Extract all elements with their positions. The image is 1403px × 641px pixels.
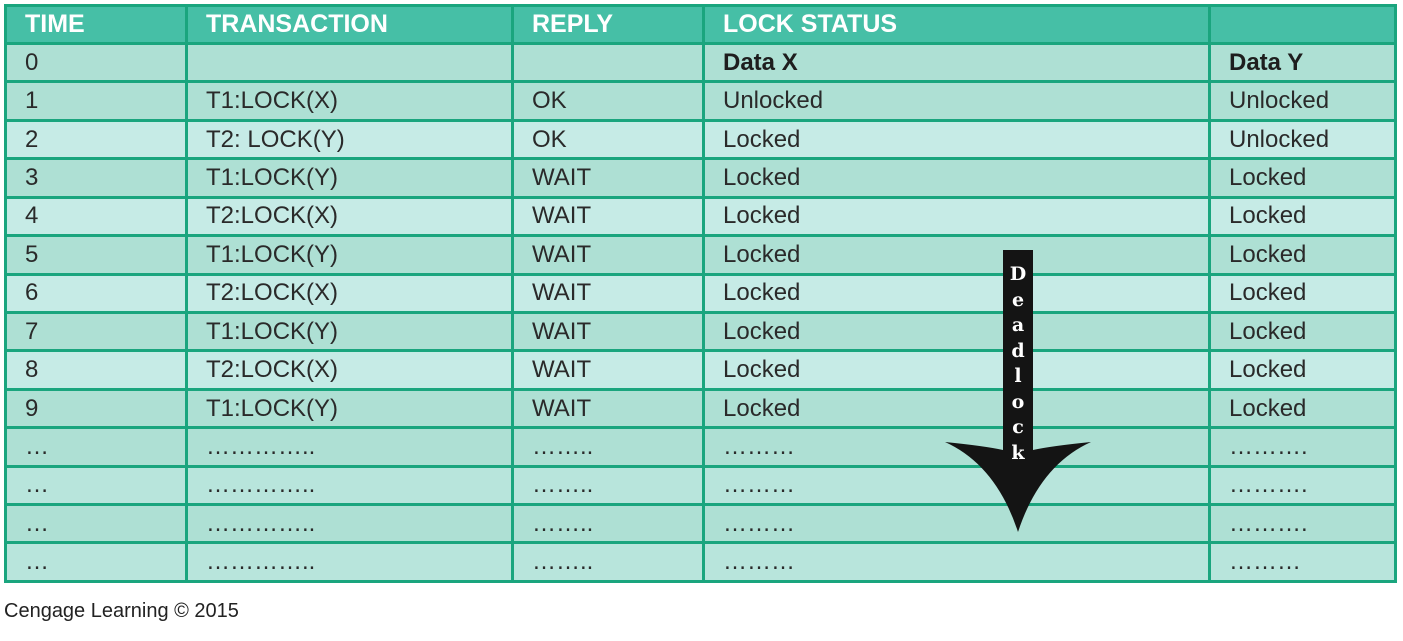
data-x-cell: ……… <box>705 544 1208 580</box>
deadlock-letter: D <box>1009 263 1027 285</box>
reply-cell <box>514 45 702 81</box>
reply-cell: …….. <box>514 506 702 542</box>
table-row: 7 T1:LOCK(Y) WAIT Locked Locked <box>7 313 1394 350</box>
transaction-cell: T2:LOCK(X) <box>188 198 511 235</box>
header-transaction: TRANSACTION <box>188 7 511 42</box>
table-row: 5 T1:LOCK(Y) WAIT Locked Locked <box>7 237 1394 273</box>
table-row: 6 T2:LOCK(X) WAIT Locked Locked <box>7 275 1394 311</box>
transaction-cell: ………….. <box>188 544 511 580</box>
header-lock-status: LOCK STATUS <box>705 7 1208 42</box>
table-row: 9 T1:LOCK(Y) WAIT Locked Locked <box>7 390 1394 427</box>
transaction-cell <box>188 45 511 81</box>
time-cell: 1 <box>7 83 185 119</box>
data-y-cell: Locked <box>1211 237 1394 273</box>
time-cell: 3 <box>7 160 185 196</box>
time-cell: 4 <box>7 198 185 235</box>
table-body: 0 Data X Data Y 1 T1:LOCK(X) OK Unlocked… <box>7 45 1394 580</box>
transaction-cell: T2:LOCK(X) <box>188 275 511 311</box>
reply-cell: WAIT <box>514 390 702 427</box>
header-reply: REPLY <box>514 7 702 42</box>
subheader-row: 0 Data X Data Y <box>7 45 1394 81</box>
deadlock-label: D e a d l o c k <box>1003 262 1033 466</box>
transaction-cell: T2:LOCK(X) <box>188 352 511 388</box>
time-cell: … <box>7 506 185 542</box>
time-cell: 5 <box>7 237 185 273</box>
time-cell: 9 <box>7 390 185 427</box>
time-cell: … <box>7 544 185 580</box>
header-empty <box>1211 7 1394 42</box>
deadlock-letter: c <box>1012 416 1024 438</box>
copyright-credit: Cengage Learning © 2015 <box>4 600 239 622</box>
transaction-cell: T1:LOCK(X) <box>188 83 511 119</box>
table-row: 8 T2:LOCK(X) WAIT Locked Locked <box>7 352 1394 388</box>
data-y-cell: Unlocked <box>1211 83 1394 119</box>
time-cell: 0 <box>7 45 185 81</box>
reply-cell: WAIT <box>514 352 702 388</box>
header-row: TIME TRANSACTION REPLY LOCK STATUS <box>7 7 1394 42</box>
reply-cell: WAIT <box>514 237 702 273</box>
time-cell: 7 <box>7 313 185 350</box>
deadlock-letter: l <box>1014 365 1022 387</box>
transaction-cell: ………….. <box>188 429 511 465</box>
data-y-cell: ………. <box>1211 429 1394 465</box>
transaction-cell: T1:LOCK(Y) <box>188 237 511 273</box>
lock-status-table: TIME TRANSACTION REPLY LOCK STATUS 0 Dat… <box>4 4 1397 583</box>
data-x-cell: Unlocked <box>705 83 1208 119</box>
data-x-cell: Locked <box>705 160 1208 196</box>
data-x-heading: Data X <box>705 45 1208 81</box>
transaction-cell: T2: LOCK(Y) <box>188 121 511 158</box>
time-cell: … <box>7 429 185 465</box>
data-x-cell: Locked <box>705 121 1208 158</box>
ellipsis-row: … ………….. …….. ……… ………. <box>7 467 1394 504</box>
reply-cell: OK <box>514 121 702 158</box>
data-y-cell: ………. <box>1211 506 1394 542</box>
table-row: 3 T1:LOCK(Y) WAIT Locked Locked <box>7 160 1394 196</box>
transaction-cell: T1:LOCK(Y) <box>188 160 511 196</box>
data-y-heading: Data Y <box>1211 45 1394 81</box>
reply-cell: …….. <box>514 544 702 580</box>
transaction-cell: T1:LOCK(Y) <box>188 313 511 350</box>
ellipsis-row: … ………….. …….. ……… ………. <box>7 506 1394 542</box>
table-row: 4 T2:LOCK(X) WAIT Locked Locked <box>7 198 1394 235</box>
deadlock-letter: a <box>1011 314 1025 336</box>
data-y-cell: Locked <box>1211 198 1394 235</box>
data-y-cell: Unlocked <box>1211 121 1394 158</box>
reply-cell: …….. <box>514 429 702 465</box>
transaction-cell: ………….. <box>188 506 511 542</box>
table-row: 2 T2: LOCK(Y) OK Locked Unlocked <box>7 121 1394 158</box>
reply-cell: WAIT <box>514 198 702 235</box>
deadlock-letter: k <box>1011 441 1025 464</box>
data-y-cell: ………. <box>1211 467 1394 504</box>
data-y-cell: Locked <box>1211 390 1394 427</box>
reply-cell: WAIT <box>514 313 702 350</box>
deadlock-letter: e <box>1011 288 1025 311</box>
data-y-cell: Locked <box>1211 275 1394 311</box>
transaction-cell: T1:LOCK(Y) <box>188 390 511 427</box>
transaction-cell: ………….. <box>188 467 511 504</box>
reply-cell: WAIT <box>514 275 702 311</box>
data-y-cell: Locked <box>1211 352 1394 388</box>
lock-status-table-container: TIME TRANSACTION REPLY LOCK STATUS 0 Dat… <box>4 4 1397 583</box>
ellipsis-row: … ………….. …….. ……… ……… <box>7 544 1394 580</box>
time-cell: … <box>7 467 185 504</box>
reply-cell: WAIT <box>514 160 702 196</box>
reply-cell: OK <box>514 83 702 119</box>
data-y-cell: Locked <box>1211 160 1394 196</box>
data-x-cell: Locked <box>705 198 1208 235</box>
deadlock-letter: d <box>1011 339 1025 362</box>
time-cell: 8 <box>7 352 185 388</box>
ellipsis-row: … ………….. …….. ……… ………. <box>7 429 1394 465</box>
data-y-cell: Locked <box>1211 313 1394 350</box>
reply-cell: …….. <box>514 467 702 504</box>
time-cell: 6 <box>7 275 185 311</box>
time-cell: 2 <box>7 121 185 158</box>
table-row: 1 T1:LOCK(X) OK Unlocked Unlocked <box>7 83 1394 119</box>
header-time: TIME <box>7 7 185 42</box>
deadlock-letter: o <box>1011 390 1025 413</box>
data-y-cell: ……… <box>1211 544 1394 580</box>
